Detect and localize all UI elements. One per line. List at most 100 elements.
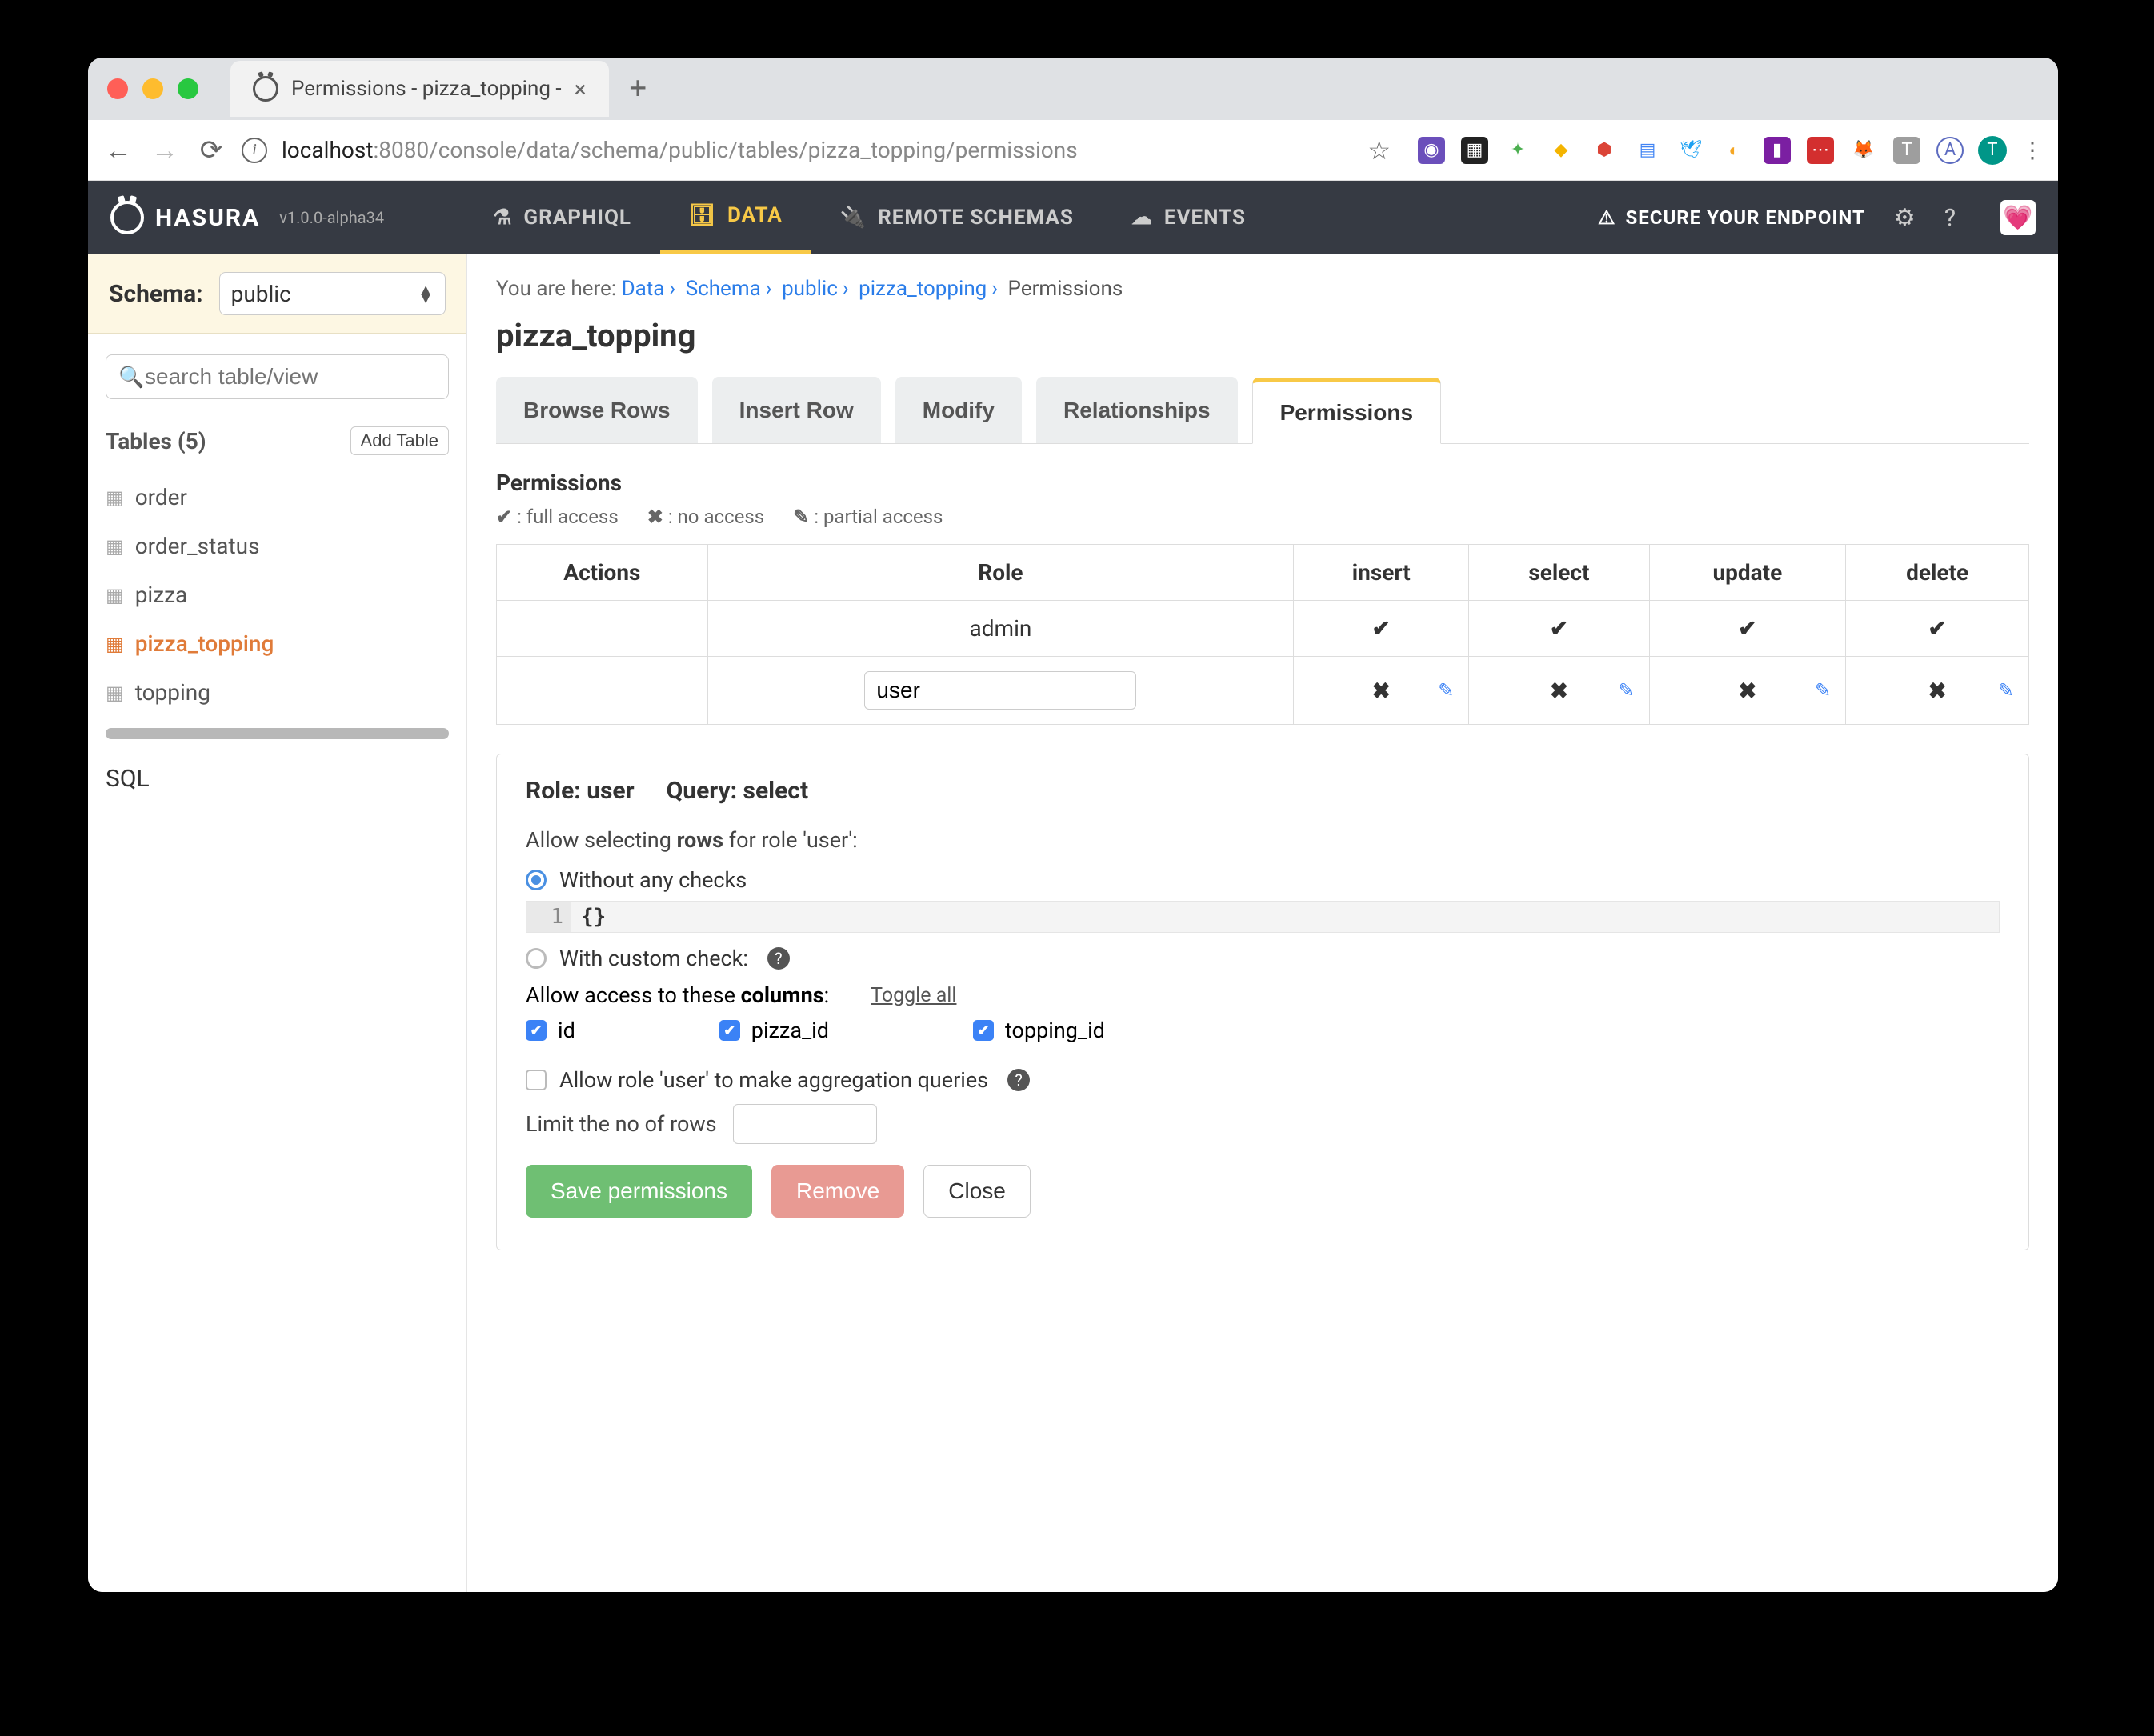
role-row-admin: admin ✔ ✔ ✔ ✔	[497, 601, 2029, 657]
reload-button[interactable]: ⟳	[195, 134, 227, 166]
back-button[interactable]: ←	[102, 134, 134, 166]
panel-role: Role: user	[526, 777, 635, 805]
site-info-icon[interactable]: i	[242, 138, 267, 163]
user-insert-cell[interactable]: ✖✎	[1294, 657, 1469, 725]
help-icon[interactable]: ?	[1944, 204, 1956, 232]
remove-button[interactable]: Remove	[771, 1165, 904, 1218]
main-content: You are here: Data› Schema› public› pizz…	[467, 254, 2058, 1592]
th-actions: Actions	[497, 545, 708, 601]
search-icon: 🔍	[118, 366, 144, 390]
crumb-data[interactable]: Data	[622, 277, 665, 301]
extension-icon[interactable]: ◐	[1720, 137, 1748, 164]
crumb-public[interactable]: public	[782, 277, 838, 301]
pencil-icon[interactable]: ✎	[1438, 679, 1454, 702]
heart-button[interactable]: 💗	[2000, 200, 2036, 235]
legend-none: : no access	[668, 506, 764, 528]
extension-icon[interactable]: ▤	[1634, 137, 1661, 164]
aggregation-label: Allow role 'user' to make aggregation qu…	[559, 1067, 988, 1093]
tab-permissions[interactable]: Permissions	[1252, 378, 1442, 444]
schema-value: public	[231, 281, 291, 307]
limit-input[interactable]	[733, 1104, 877, 1144]
table-label: pizza	[135, 582, 188, 608]
pencil-icon[interactable]: ✎	[1618, 679, 1634, 702]
extension-icon[interactable]: ▦	[1461, 137, 1488, 164]
profile-avatar[interactable]: T	[1978, 136, 2007, 165]
pencil-icon[interactable]: ✎	[1815, 679, 1831, 702]
col-check-pizza-id[interactable]: ✔pizza_id	[719, 1018, 829, 1043]
nav-data[interactable]: 🗄 DATA	[660, 181, 811, 254]
th-update: update	[1649, 545, 1846, 601]
maximize-window[interactable]	[178, 78, 198, 99]
close-tab-icon[interactable]: ×	[575, 76, 587, 102]
radio-custom-check[interactable]: With custom check: ?	[526, 946, 2000, 971]
user-delete-cell[interactable]: ✖✎	[1846, 657, 2029, 725]
extension-icon[interactable]: T	[1893, 137, 1920, 164]
extension-icon[interactable]: ◉	[1418, 137, 1445, 164]
actions-cell	[497, 601, 708, 657]
col-check-topping-id[interactable]: ✔topping_id	[973, 1018, 1105, 1043]
extension-icon[interactable]: ⬢	[1591, 137, 1618, 164]
extension-icon[interactable]: ✦	[1504, 137, 1531, 164]
new-tab-button[interactable]: +	[630, 71, 647, 106]
allow-rows-label: Allow selecting rows for role 'user':	[526, 827, 2000, 853]
table-item-order-status[interactable]: ▦order_status	[106, 522, 449, 570]
settings-icon[interactable]: ⚙	[1894, 204, 1916, 232]
radio-without-checks[interactable]: Without any checks	[526, 867, 2000, 893]
x-icon: ✖	[1372, 678, 1391, 704]
schema-select[interactable]: public ▲▼	[219, 272, 446, 315]
plug-icon: 🔌	[840, 206, 867, 230]
table-header-row: Actions Role insert select update delete	[497, 545, 2029, 601]
breadcrumb: You are here: Data› Schema› public› pizz…	[496, 277, 2029, 301]
pencil-icon[interactable]: ✎	[1998, 679, 2014, 702]
secure-endpoint-link[interactable]: ⚠SECURE YOUR ENDPOINT	[1598, 206, 1865, 229]
crumb-schema[interactable]: Schema	[686, 277, 761, 301]
extension-icon[interactable]: ◆	[1547, 137, 1575, 164]
scrollbar[interactable]	[106, 728, 449, 739]
col-check-id[interactable]: ✔id	[526, 1018, 575, 1043]
th-insert: insert	[1294, 545, 1469, 601]
tab-insert-row[interactable]: Insert Row	[712, 377, 881, 443]
nav-graphiql[interactable]: ⚗GRAPHIQL	[464, 181, 660, 254]
close-window[interactable]	[107, 78, 128, 99]
minimize-window[interactable]	[142, 78, 163, 99]
extension-icon[interactable]: 🕊	[1677, 137, 1704, 164]
aggregation-checkbox[interactable]: ✔ Allow role 'user' to make aggregation …	[526, 1067, 2000, 1093]
crumb-table[interactable]: pizza_topping	[859, 277, 987, 301]
sql-link[interactable]: SQL	[88, 754, 466, 804]
help-icon[interactable]: ?	[767, 947, 790, 970]
address-bar[interactable]: localhost:8080/console/data/schema/publi…	[282, 137, 1353, 163]
nav-data-label: DATA	[727, 203, 783, 227]
limit-label: Limit the no of rows	[526, 1111, 717, 1137]
table-item-order[interactable]: ▦order	[106, 473, 449, 522]
user-update-cell[interactable]: ✖✎	[1649, 657, 1846, 725]
hasura-logo[interactable]: HASURA v1.0.0-alpha34	[110, 201, 384, 234]
extension-icon[interactable]: A	[1936, 137, 1964, 164]
table-item-pizza[interactable]: ▦pizza	[106, 570, 449, 619]
browser-tab[interactable]: Permissions - pizza_topping - ×	[230, 61, 609, 117]
add-table-button[interactable]: Add Table	[350, 426, 449, 455]
forward-button[interactable]: →	[149, 134, 181, 166]
search-input[interactable]	[106, 354, 449, 399]
checkbox-icon: ✔	[973, 1020, 994, 1041]
role-input[interactable]	[864, 671, 1136, 710]
nav-remote-schemas[interactable]: 🔌REMOTE SCHEMAS	[811, 181, 1103, 254]
bookmark-icon[interactable]: ☆	[1367, 135, 1391, 166]
tab-browse-rows[interactable]: Browse Rows	[496, 377, 698, 443]
toggle-all-link[interactable]: Toggle all	[871, 984, 956, 1007]
extension-icon[interactable]: ⋯	[1807, 137, 1834, 164]
nav-events[interactable]: ☁EVENTS	[1103, 181, 1275, 254]
chrome-menu-icon[interactable]: ⋮	[2021, 137, 2044, 163]
save-permissions-button[interactable]: Save permissions	[526, 1165, 752, 1218]
tab-modify[interactable]: Modify	[895, 377, 1022, 443]
panel-query: Query: select	[667, 777, 808, 805]
extension-icon[interactable]: ▮	[1764, 137, 1791, 164]
table-icon: ▦	[106, 633, 124, 655]
table-item-pizza-topping[interactable]: ▦pizza_topping	[106, 619, 449, 668]
close-button[interactable]: Close	[923, 1165, 1031, 1218]
tab-relationships[interactable]: Relationships	[1036, 377, 1238, 443]
user-select-cell[interactable]: ✖✎	[1469, 657, 1649, 725]
database-icon: 🗄	[689, 203, 716, 227]
help-icon[interactable]: ?	[1007, 1069, 1030, 1091]
extension-icon[interactable]: 🦊	[1850, 137, 1877, 164]
table-item-topping[interactable]: ▦topping	[106, 668, 449, 717]
